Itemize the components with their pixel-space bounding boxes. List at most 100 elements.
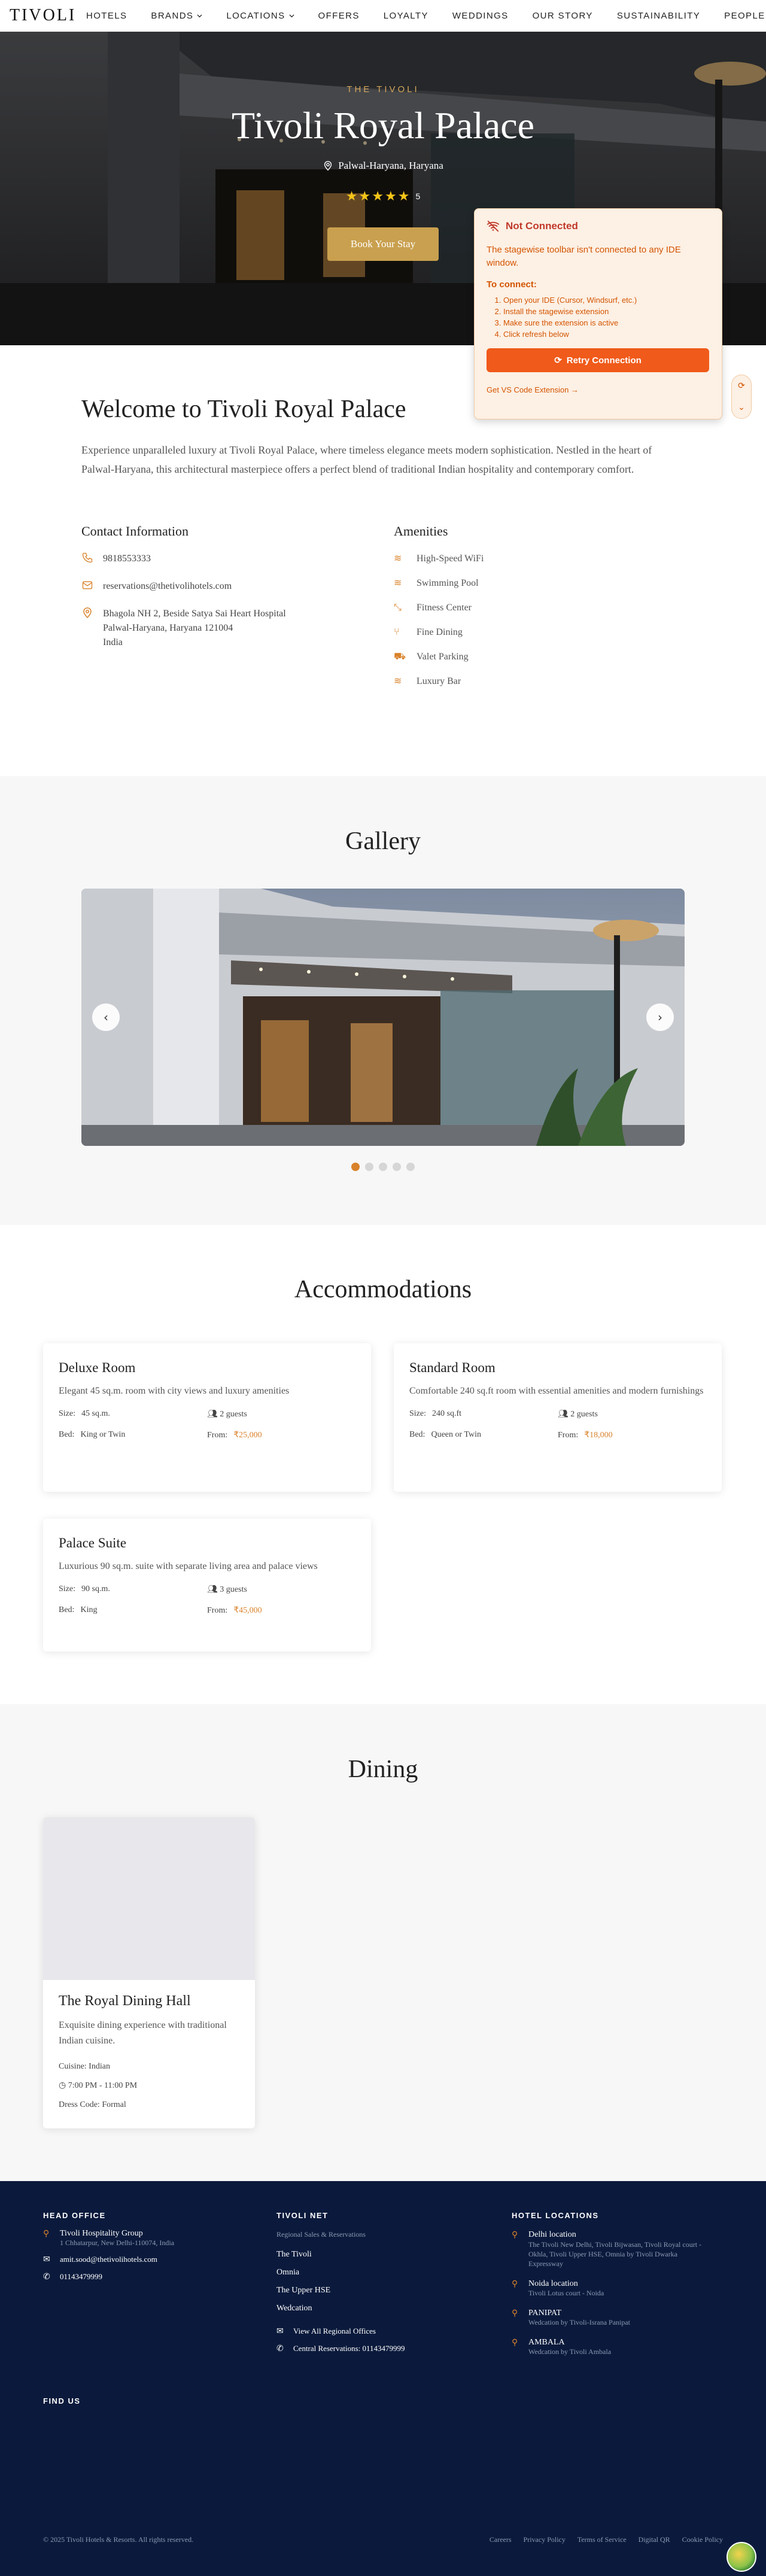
location-sub: Wedcation by Tivoli Ambala [528,2347,612,2356]
dining-section: Dining The Royal Dining Hall Exquisite d… [0,1704,766,2181]
gallery-dot[interactable] [351,1163,360,1171]
floating-avatar-button[interactable] [727,2542,756,2572]
footer-link[interactable]: Terms of Service [577,2535,627,2544]
contact-phone[interactable]: 9818553333 [81,552,381,566]
footer-location[interactable]: ⚲ AMBALA Wedcation by Tivoli Ambala [512,2338,709,2356]
location-name: Noida location [528,2279,578,2288]
book-your-stay-button[interactable]: Book Your Stay [327,227,439,261]
hero-kicker: THE TIVOLI [346,84,420,95]
dining-cuisine: Cuisine: Indian [59,2057,239,2076]
nav-weddings[interactable]: WEDDINGS [452,11,509,21]
amenity-item: ⛟ Valet Parking [394,650,633,664]
popup-steps: Open your IDE (Cursor, Windsurf, etc.) I… [487,294,710,340]
footer-central-res[interactable]: ✆ Central Reservations: 01143479999 [276,2344,474,2354]
welcome-text: Experience unparalleled luxury at Tivoli… [81,444,652,475]
bed-label: Bed: [59,1605,75,1614]
retry-connection-button[interactable]: ⟳ Retry Connection [487,348,709,372]
address-line: Bhagola NH 2, Beside Satya Sai Heart Hos… [103,609,286,619]
footer-link[interactable]: Privacy Policy [524,2535,566,2544]
gallery-section: Gallery ‹ › [0,776,766,1225]
amenity-item: ≋ Swimming Pool [394,576,633,591]
hero-rating: ★ ★ ★ ★ ★ 5 [0,188,766,204]
room-name: Deluxe Room [59,1360,136,1375]
footer-central-res-text: Central Reservations: 01143479999 [293,2344,405,2353]
contact-address-block: Bhagola NH 2, Beside Satya Sai Heart Hos… [103,607,286,650]
nav-brands[interactable]: BRANDS [151,11,202,21]
size-label: Size: [59,1584,75,1593]
price-value: ₹45,000 [233,1606,262,1615]
footer-copyright: © 2025 Tivoli Hotels & Resorts. All righ… [43,2535,194,2544]
location-name: Delhi location [528,2230,576,2239]
footer-link[interactable]: Cookie Policy [682,2535,723,2544]
cuisine-label: Cuisine: [59,2062,87,2071]
from-label: From: [207,1431,228,1440]
room-card-deluxe[interactable]: Deluxe Room Elegant 45 sq.m. room with c… [43,1343,371,1492]
room-card-palace-suite[interactable]: Palace Suite Luxurious 90 sq.m. suite wi… [43,1519,371,1652]
bed-label: Bed: [409,1430,425,1439]
star-icon: ★ [372,188,384,203]
gallery-slide[interactable] [81,889,685,1146]
popup-step: Open your IDE (Cursor, Windsurf, etc.) [503,294,710,306]
logo[interactable]: TIVOLI [0,6,86,25]
dining-image-placeholder [43,1817,255,1980]
bed-label: Bed: [59,1430,75,1439]
popup-step: Click refresh below [503,329,710,340]
gallery-dot[interactable] [365,1163,373,1171]
popup-to-connect: To connect: [487,279,537,290]
footer-phone[interactable]: ✆ 01143479999 [43,2272,241,2282]
gallery-next-button[interactable]: › [646,1003,674,1031]
mail-icon: ✉ [43,2255,50,2264]
nav-hotels-label: HOTELS [86,10,127,21]
car-icon: ⛟ [394,652,406,662]
gallery-dot[interactable] [393,1163,401,1171]
nav-hotels[interactable]: HOTELS [86,11,127,21]
footer-email[interactable]: ✉ amit.sood@thetivolihotels.com [43,2255,241,2265]
popup-step: Make sure the extension is active [503,317,710,329]
contact-email[interactable]: reservations@thetivolihotels.com [81,579,381,594]
gallery-prev-button[interactable]: ‹ [92,1003,120,1031]
footer-net: Regional Sales & Reservations The Tivoli… [276,2230,474,2361]
nav-loyalty[interactable]: LOYALTY [384,11,428,21]
footer-location[interactable]: ⚲ PANIPAT Wedcation by Tivoli-Israna Pani… [512,2309,709,2327]
nav-offers[interactable]: OFFERS [318,11,360,21]
nav-locations[interactable]: LOCATIONS [226,11,294,21]
star-icon: ★ [384,188,397,203]
get-vscode-extension-link[interactable]: Get VS Code Extension → [487,385,710,394]
location-sub: Tivoli Lotus court - Noida [528,2289,604,2297]
gallery-dots [0,1163,766,1171]
footer-net-link[interactable]: Wedcation [276,2304,474,2313]
nav-menu: HOTELS BRANDS LOCATIONS OFFERS LOYALTY W… [86,11,765,21]
nav-people[interactable]: PEOPLE [724,11,765,21]
footer-link[interactable]: Careers [490,2535,512,2544]
chevron-down-icon[interactable]: ⌄ [738,403,745,413]
nav-sustainability[interactable]: SUSTAINABILITY [617,11,700,21]
address-line: India [103,637,123,647]
nav-sustainability-label: SUSTAINABILITY [616,10,701,21]
room-card-standard[interactable]: Standard Room Comfortable 240 sq.ft room… [394,1343,722,1492]
refresh-icon[interactable]: ⟳ [738,381,745,391]
footer-net-link[interactable]: The Upper HSE [276,2286,474,2295]
stagewise-side-toolbar[interactable]: ⟳ ⌄ [731,375,752,419]
map-pin-icon: ⚲ [512,2338,518,2347]
footer-group-name: Tivoli Hospitality Group [60,2229,143,2238]
footer-location[interactable]: ⚲ Delhi location The Tivoli New Delhi, Ti… [512,2230,709,2268]
accommodations-title: Accommodations [294,1276,472,1303]
footer-regional-offices[interactable]: ✉ View All Regional Offices [276,2326,474,2337]
footer-locations-title: HOTEL LOCATIONS [512,2211,599,2220]
footer-net-link[interactable]: The Tivoli [276,2250,474,2259]
room-details: Size: 90 sq.m. 👥︎ 3 guests Bed: King From:… [59,1584,355,1616]
dumbbell-icon: ⤡ [394,603,402,613]
room-guests: 👥︎ 2 guests [558,1409,706,1419]
gallery-dot[interactable] [379,1163,387,1171]
room-desc: Elegant 45 sq.m. room with city views an… [59,1386,290,1396]
footer-net-link[interactable]: Omnia [276,2268,474,2277]
footer-link[interactable]: Digital QR [639,2535,670,2544]
footer-location[interactable]: ⚲ Noida location Tivoli Lotus court - Noi… [512,2279,709,2298]
dining-card[interactable]: The Royal Dining Hall Exquisite dining e… [43,1817,255,2128]
popup-step: Install the stagewise extension [503,306,710,317]
hero-title: Tivoli Royal Palace [231,104,535,147]
nav-our-story[interactable]: OUR STORY [533,11,593,21]
gallery-dot[interactable] [406,1163,415,1171]
room-price: From: ₹45,000 [207,1605,355,1616]
popup-title: Not Connected [506,220,578,232]
